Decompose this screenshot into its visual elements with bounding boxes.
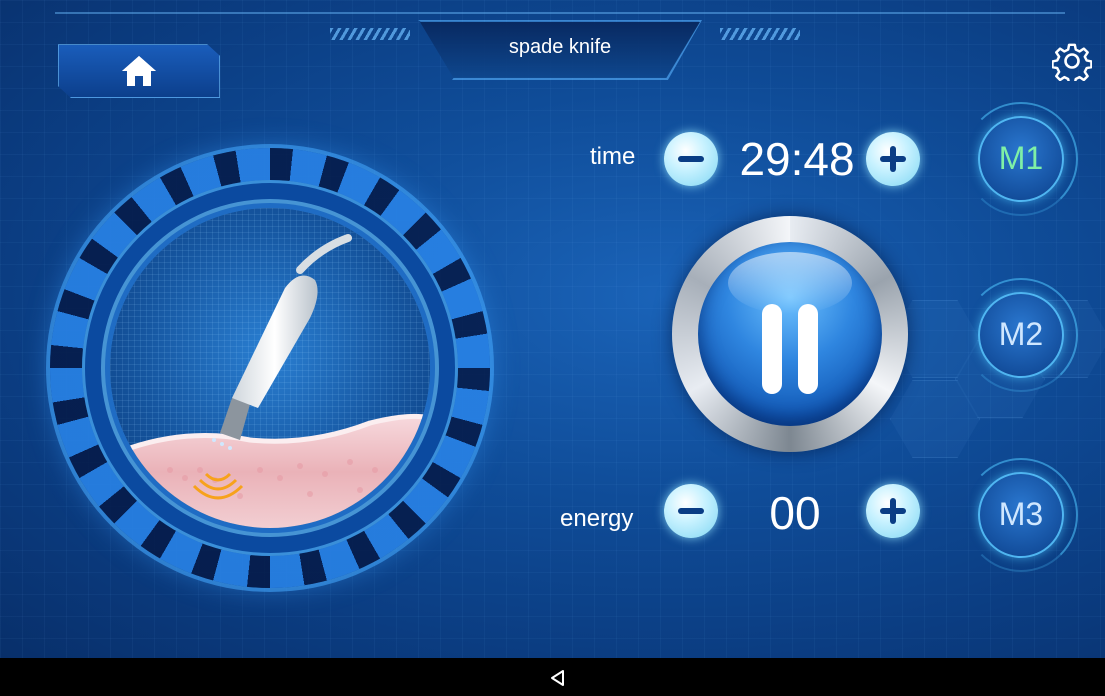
device-illustration — [110, 208, 430, 528]
energy-increase-button[interactable] — [866, 484, 920, 538]
time-label: time — [590, 143, 636, 170]
back-button[interactable] — [548, 668, 568, 688]
back-triangle-icon — [551, 670, 564, 686]
mode-label: M3 — [998, 496, 1044, 532]
mode-button-m3[interactable]: M3 — [962, 456, 1080, 574]
mode-label: M2 — [998, 316, 1044, 352]
mode-button-m1[interactable]: M1 — [962, 100, 1080, 218]
energy-decrease-button[interactable] — [664, 484, 718, 538]
stripe-decoration — [720, 28, 800, 40]
pause-button-face — [698, 242, 882, 426]
plus-icon — [880, 498, 906, 524]
energy-label: energy — [560, 505, 634, 532]
app-screen: spade knife time 29:48 energy 00 M1 M2 M… — [0, 0, 1105, 658]
mode-button-m2[interactable]: M2 — [962, 276, 1080, 394]
settings-button[interactable] — [1051, 41, 1093, 85]
gear-icon — [1051, 43, 1093, 85]
skin-scrubber-illustration — [129, 234, 430, 528]
top-rail-decoration — [55, 12, 1065, 20]
energy-value: 00 — [769, 487, 821, 539]
mode-label: M1 — [998, 140, 1044, 176]
time-decrease-button[interactable] — [664, 132, 718, 186]
home-icon — [122, 56, 156, 86]
stripe-decoration — [330, 28, 410, 40]
page-title: spade knife — [508, 36, 612, 58]
plus-icon — [880, 146, 906, 172]
time-increase-button[interactable] — [866, 132, 920, 186]
home-button[interactable] — [58, 44, 220, 98]
time-value: 29:48 — [739, 133, 855, 185]
system-navigation-bar — [0, 658, 1105, 696]
minus-icon — [678, 156, 704, 162]
minus-icon — [678, 508, 704, 514]
pause-button[interactable] — [672, 216, 908, 452]
